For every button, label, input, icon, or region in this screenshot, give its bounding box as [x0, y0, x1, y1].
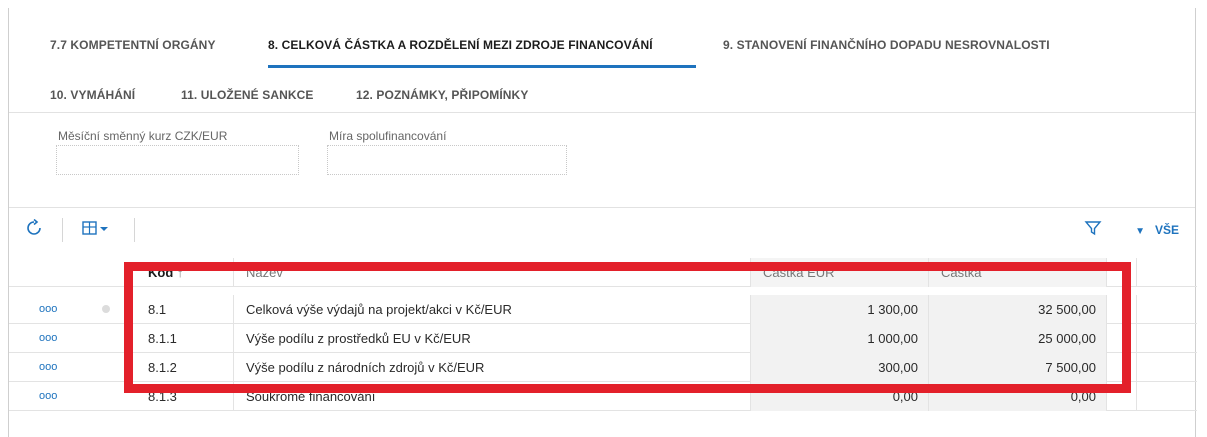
row-menu-icon[interactable]: ooo	[9, 324, 136, 353]
cell-kod: 8.1	[136, 295, 234, 324]
tab-total-amount[interactable]: 8. CELKOVÁ ČÁSTKA A ROZDĚLENÍ MEZI ZDROJ…	[268, 38, 653, 52]
tab-competent-authorities[interactable]: 7.7 KOMPETENTNÍ ORGÁNY	[50, 38, 216, 52]
column-header-castka[interactable]: Částka	[929, 258, 1107, 287]
column-header-nazev[interactable]: Název	[234, 258, 751, 287]
exchange-rate-label: Měsíční směnný kurz CZK/EUR	[58, 129, 228, 143]
row-select-radio[interactable]	[102, 305, 110, 313]
table-row[interactable]: ooo 8.1.2 Výše podílu z národních zdrojů…	[9, 353, 1197, 382]
export-icon[interactable]	[81, 219, 111, 242]
tab-financial-impact[interactable]: 9. STANOVENÍ FINANČNÍHO DOPADU NESROVNAL…	[723, 38, 1050, 52]
tab-bar: 7.7 KOMPETENTNÍ ORGÁNY 8. CELKOVÁ ČÁSTKA…	[9, 8, 1195, 113]
cell-nazev: Celková výše výdajů na projekt/akci v Kč…	[234, 295, 751, 324]
column-header-castka-eur[interactable]: Částka EUR	[751, 258, 929, 287]
caret-down-icon: ▼	[1135, 226, 1145, 237]
table-header: Kód ↑ Název Částka EUR Částka	[9, 258, 1197, 287]
cell-castka: 32 500,00	[929, 295, 1107, 324]
row-end-cell	[1107, 353, 1137, 382]
show-all-toggle[interactable]: ▼ VŠE	[1135, 223, 1179, 237]
cell-castka-eur: 1 000,00	[751, 324, 929, 353]
cell-castka: 7 500,00	[929, 353, 1107, 382]
active-tab-indicator	[268, 65, 696, 68]
filter-icon[interactable]	[1084, 219, 1102, 242]
cell-kod: 8.1.3	[136, 382, 234, 411]
cell-castka-eur: 0,00	[751, 382, 929, 411]
cell-castka: 0,00	[929, 382, 1107, 411]
tab-notes[interactable]: 12. POZNÁMKY, PŘIPOMÍNKY	[356, 88, 528, 102]
row-menu-icon[interactable]: ooo	[9, 295, 136, 324]
table-row[interactable]: ooo 8.1 Celková výše výdajů na projekt/a…	[9, 295, 1197, 324]
show-all-label: VŠE	[1154, 223, 1179, 237]
column-header-kod[interactable]: Kód ↑	[136, 258, 234, 287]
grid-toolbar: ▼ VŠE	[9, 207, 1195, 251]
refresh-icon[interactable]	[25, 218, 43, 242]
row-menu-icon[interactable]: ooo	[9, 382, 136, 411]
table-row[interactable]: ooo 8.1.3 Soukromé financování 0,00 0,00	[9, 382, 1197, 411]
header-end-cell	[1107, 258, 1137, 287]
financial-section-panel: 7.7 KOMPETENTNÍ ORGÁNY 8. CELKOVÁ ČÁSTKA…	[8, 8, 1197, 437]
toolbar-separator	[62, 218, 63, 242]
cell-kod: 8.1.1	[136, 324, 234, 353]
cofinancing-label: Míra spolufinancování	[329, 129, 447, 143]
row-menu-icon[interactable]: ooo	[9, 353, 136, 382]
cell-castka-eur: 1 300,00	[751, 295, 929, 324]
cell-castka: 25 000,00	[929, 324, 1107, 353]
toolbar-separator	[134, 218, 135, 242]
cell-castka-eur: 300,00	[751, 353, 929, 382]
tab-sanctions[interactable]: 11. ULOŽENÉ SANKCE	[181, 88, 314, 102]
row-end-cell	[1107, 324, 1137, 353]
row-end-cell	[1107, 295, 1137, 324]
header-spacer	[9, 258, 136, 287]
exchange-rate-field[interactable]	[56, 145, 299, 175]
cofinancing-field[interactable]	[327, 145, 567, 175]
cell-nazev: Výše podílu z národních zdrojů v Kč/EUR	[234, 353, 751, 382]
sort-asc-icon: ↑	[176, 265, 184, 280]
row-end-cell	[1107, 382, 1137, 411]
cell-kod: 8.1.2	[136, 353, 234, 382]
tab-recovery[interactable]: 10. VYMÁHÁNÍ	[50, 88, 135, 102]
cell-nazev: Soukromé financování	[234, 382, 751, 411]
table-row[interactable]: ooo 8.1.1 Výše podílu z prostředků EU v …	[9, 324, 1197, 353]
cell-nazev: Výše podílu z prostředků EU v Kč/EUR	[234, 324, 751, 353]
